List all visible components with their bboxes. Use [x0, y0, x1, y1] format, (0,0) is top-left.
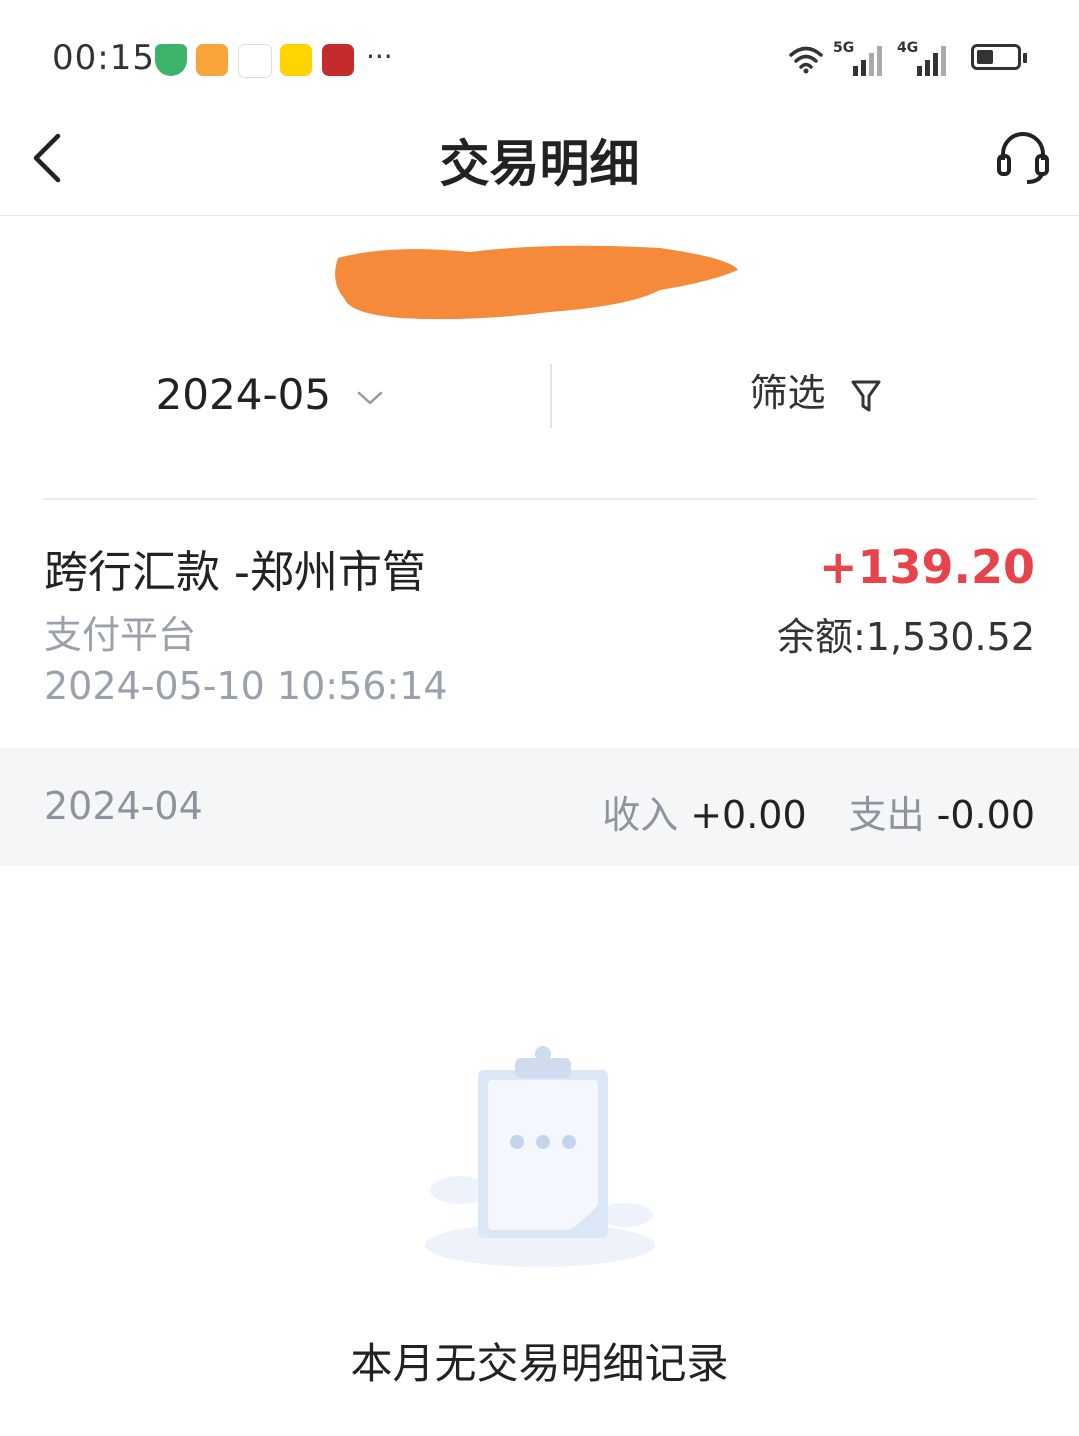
- transaction-detail-page: 00:15 ··· 5G 4G 交易明细 2024-05 筛选 跨行汇款 -郑州…: [0, 0, 1079, 1436]
- finance-app-icon: [238, 44, 272, 78]
- selected-month: 2024-05: [155, 370, 332, 419]
- chevron-down-icon: [358, 391, 383, 404]
- summary-month: 2024-04: [44, 784, 203, 828]
- signal-4g-icon: [917, 46, 946, 76]
- income-value: +0.00: [690, 793, 807, 837]
- transaction-datetime: 2024-05-10 10:56:14: [44, 664, 448, 708]
- red-app-icon: [322, 44, 354, 76]
- expense-value: -0.00: [936, 793, 1035, 837]
- horizontal-divider: [42, 498, 1037, 500]
- filter-row: 2024-05 筛选: [0, 350, 1079, 440]
- status-indicators: 5G 4G: [789, 40, 1029, 80]
- customer-service-headset-icon[interactable]: [995, 128, 1051, 184]
- month-picker[interactable]: 2024-05: [0, 350, 540, 440]
- page-title: 交易明细: [439, 135, 640, 193]
- transaction-title: 跨行汇款 -郑州市管: [44, 547, 426, 598]
- transaction-channel: 支付平台: [44, 613, 197, 657]
- income-label: 收入: [602, 793, 679, 837]
- empty-clipboard-illustration: [425, 1046, 655, 1267]
- transaction-item[interactable]: 跨行汇款 -郑州市管 支付平台 2024-05-10 10:56:14 +139…: [0, 520, 1079, 745]
- signal-5g-icon: [853, 46, 882, 76]
- nav-header: 交易明细: [0, 110, 1079, 216]
- filter-funnel-icon: [851, 380, 881, 411]
- more-notifications-icon: ···: [366, 40, 393, 73]
- empty-state-message: 本月无交易明细记录: [350, 1339, 729, 1388]
- filter-label: 筛选: [749, 371, 826, 415]
- transaction-amount: +139.20: [818, 540, 1035, 594]
- filter-button[interactable]: 筛选: [552, 350, 1079, 440]
- redacted-account-info: [335, 245, 738, 320]
- expense-label: 支出: [848, 793, 925, 837]
- wifi-icon: [789, 46, 823, 74]
- status-time: 00:15: [52, 38, 155, 78]
- summary-totals: 收入 +0.00 支出 -0.00: [602, 784, 1035, 839]
- transaction-balance: 余额:1,530.52: [776, 615, 1035, 659]
- status-bar: 00:15 ··· 5G 4G: [0, 0, 1079, 110]
- month-summary-bar: 2024-04 收入 +0.00 支出 -0.00: [0, 748, 1079, 866]
- battery-icon: [971, 44, 1027, 70]
- security-shield-icon: [155, 44, 187, 76]
- orange-app-icon: [196, 44, 228, 76]
- yy-app-icon: [280, 44, 312, 76]
